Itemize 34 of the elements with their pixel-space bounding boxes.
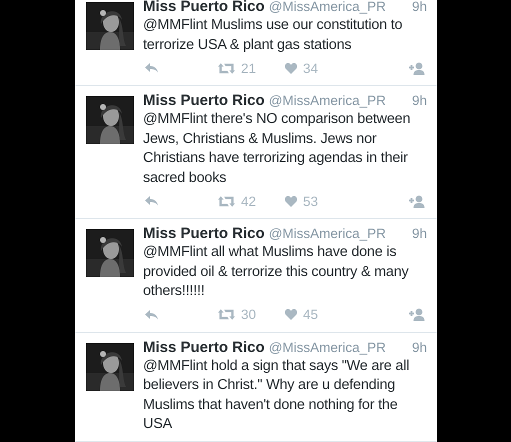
user-handle: @MissAmerica_PR — [268, 226, 386, 241]
tweet-time: 9h — [412, 226, 427, 241]
retweet-count: 42 — [241, 194, 256, 208]
retweet-icon[interactable] — [218, 309, 235, 320]
like-count: 34 — [303, 60, 318, 76]
heart-icon[interactable] — [285, 196, 298, 206]
reply-icon[interactable] — [145, 196, 159, 206]
user-handle: @MissAmerica_PR — [268, 0, 386, 14]
retweet-icon[interactable] — [218, 62, 235, 74]
user-name[interactable]: Miss Puerto Rico — [143, 0, 265, 15]
tweet-text: @MMFlint hold a sign that says "We are all believers in Christ." Why are u defending Muslims that haven't done nothing for the USA — [143, 356, 410, 434]
heart-icon[interactable] — [285, 309, 298, 320]
retweet-count: 30 — [241, 307, 256, 322]
tweet-text: @MMFlint all what Muslims have done is provided oil & terrorize this country & many others!!!!!! — [143, 243, 410, 301]
retweet-count: 21 — [241, 60, 256, 76]
follow-icon[interactable] — [407, 62, 425, 74]
reply-icon[interactable] — [145, 63, 159, 73]
heart-icon[interactable] — [285, 62, 298, 74]
user-name[interactable]: Miss Puerto Rico — [143, 225, 265, 242]
reply-icon[interactable] — [145, 310, 159, 320]
like-count: 45 — [303, 307, 318, 322]
retweet-icon[interactable] — [218, 196, 235, 206]
user-name[interactable]: Miss Puerto Rico — [143, 92, 265, 109]
tweet-text: @MMFlint Muslims use our constitution to terrorize USA & plant gas stations — [143, 16, 404, 54]
tweet-text: @MMFlint there's NO comparison between Jews, Christians & Muslims. Jews nor Christians have terrorizing agendas in their sacred books — [143, 110, 412, 188]
follow-icon[interactable] — [407, 194, 425, 208]
user-handle: @MissAmerica_PR — [268, 340, 386, 354]
user-name[interactable]: Miss Puerto Rico — [143, 338, 265, 356]
user-handle: @MissAmerica_PR — [268, 93, 386, 108]
tweet-time: 9h — [412, 0, 427, 14]
like-count: 53 — [303, 194, 318, 208]
follow-icon[interactable] — [407, 308, 425, 321]
tweet-time: 9h — [412, 93, 427, 108]
tweet-time: 9h — [412, 340, 427, 354]
